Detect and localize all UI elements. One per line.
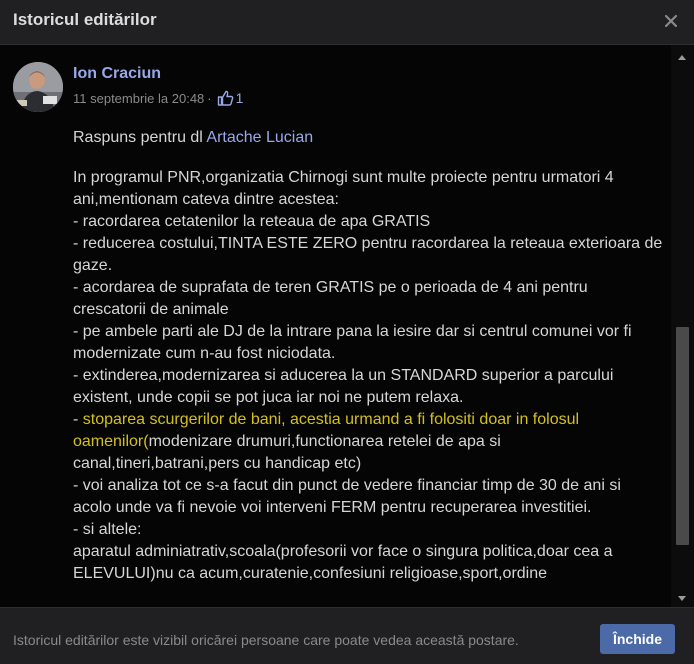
post-text-part-2: modenizare drumuri,functionarea retelei … (73, 433, 621, 582)
avatar[interactable] (13, 62, 63, 112)
reply-line: Raspuns pentru dl Artache Lucian (73, 127, 663, 149)
post-body: Raspuns pentru dl Artache Lucian In prog… (73, 127, 663, 585)
reply-prefix: Raspuns pentru dl (73, 129, 207, 146)
dialog-title: Istoricul editărilor (13, 10, 157, 29)
dialog-content[interactable]: Ion Craciun 11 septembrie la 20:48 · 1 R… (0, 45, 671, 607)
scroll-thumb[interactable] (676, 327, 689, 545)
post-text-part-1: In programul PNR,organizatia Chirnogi su… (73, 169, 663, 428)
mention-link[interactable]: Artache Lucian (206, 129, 313, 146)
dialog-footer: Istoricul editărilor este vizibil oricăr… (0, 607, 694, 664)
post-text: In programul PNR,organizatia Chirnogi su… (73, 167, 663, 585)
thumbs-up-icon[interactable] (217, 90, 234, 106)
edit-history-dialog: Istoricul editărilor Ion Craciun 11 sept… (0, 0, 694, 664)
scroll-down-icon[interactable] (677, 590, 687, 601)
scrollbar[interactable] (671, 45, 694, 607)
visibility-note: Istoricul editărilor este vizibil oricăr… (13, 632, 519, 648)
scroll-up-icon[interactable] (677, 50, 687, 60)
close-button[interactable]: Închide (600, 624, 675, 654)
dialog-header: Istoricul editărilor (0, 0, 694, 45)
post-meta: 11 septembrie la 20:48 · 1 (73, 89, 243, 107)
close-icon[interactable] (661, 11, 681, 31)
meta-separator: · (207, 90, 212, 106)
post-date[interactable]: 11 septembrie la 20:48 (73, 91, 204, 106)
author-name[interactable]: Ion Craciun (73, 65, 161, 83)
like-count[interactable]: 1 (236, 90, 244, 106)
